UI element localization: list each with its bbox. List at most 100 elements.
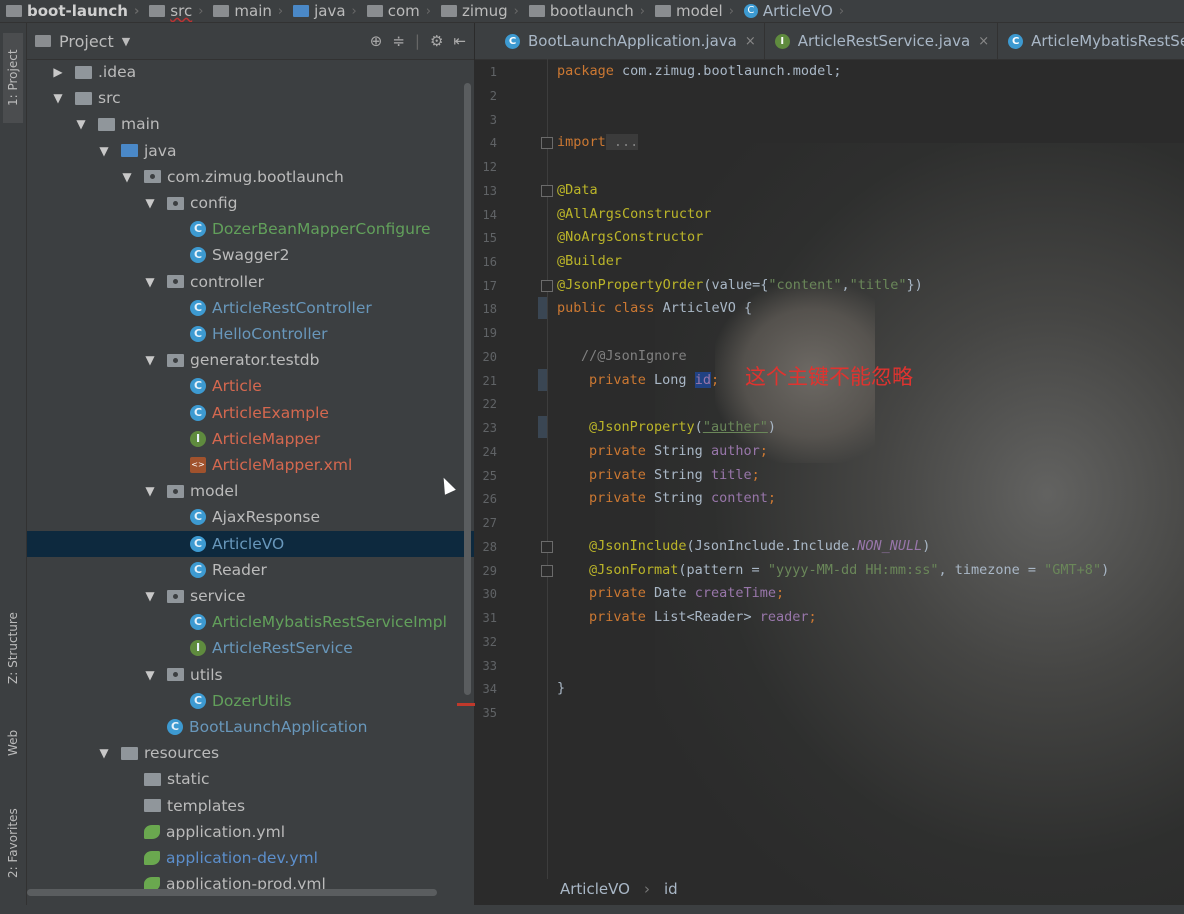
tab-project[interactable]: 1: Project xyxy=(3,33,23,123)
tab-favorites[interactable]: 2: Favorites xyxy=(3,793,23,893)
project-panel: Project ▼ ⊕ ≑ | ⚙ ⇤ ▶ .idea ▼ src ▼ main ▼ java… xyxy=(27,23,474,914)
collapse-all-icon[interactable]: ≑ xyxy=(392,32,405,50)
package-icon xyxy=(654,5,671,17)
yml-icon xyxy=(144,851,160,865)
tree-item[interactable]: C ArticleRestController xyxy=(27,295,474,321)
tree-item[interactable]: application.yml xyxy=(27,819,474,845)
chevron-right-icon[interactable]: ▶ xyxy=(51,65,65,79)
project-view-selector[interactable]: Project ▼ xyxy=(35,32,130,51)
tree-item[interactable]: ▼ model xyxy=(27,478,474,504)
tree-item[interactable]: C DozerBeanMapperConfigure xyxy=(27,216,474,242)
chevron-down-icon[interactable]: ▼ xyxy=(143,275,157,289)
chevron-down-icon[interactable]: ▼ xyxy=(143,484,157,498)
chevron-down-icon[interactable]: ▼ xyxy=(97,746,111,760)
tree-item[interactable]: ▼ src xyxy=(27,85,474,111)
tree-item[interactable]: C Article xyxy=(27,373,474,399)
breadcrumb-item-src[interactable]: src › xyxy=(143,2,207,20)
tree-item[interactable]: I ArticleRestService xyxy=(27,635,474,661)
fold-collapse-icon[interactable] xyxy=(541,541,553,553)
fold-collapse-icon[interactable] xyxy=(541,565,553,577)
hide-panel-icon[interactable]: ⇤ xyxy=(453,32,466,50)
tab-article-mybatis-rest-service[interactable]: CArticleMybatisRestServ xyxy=(998,23,1184,59)
tree-item[interactable]: C ArticleVO xyxy=(27,530,474,557)
tree-item[interactable]: ▼ generator.testdb xyxy=(27,347,474,373)
tree-item[interactable]: application-dev.yml xyxy=(27,845,474,871)
code-line: //@JsonIgnore xyxy=(581,348,687,364)
tree-horizontal-scrollbar[interactable] xyxy=(27,889,437,896)
tree-item[interactable]: ▼ resources xyxy=(27,740,474,766)
chevron-right-icon: › xyxy=(728,3,734,19)
chevron-down-icon[interactable]: ▼ xyxy=(97,144,111,158)
tree-item[interactable]: templates xyxy=(27,793,474,819)
tab-web[interactable]: Web xyxy=(3,713,23,773)
fold-collapse-icon[interactable] xyxy=(541,280,553,292)
code-line: public class ArticleVO { xyxy=(557,300,753,316)
structure-crumb-field[interactable]: id xyxy=(664,880,678,898)
tree-item-label: ArticleMapper xyxy=(212,429,321,448)
tree-item[interactable]: <> ArticleMapper.xml xyxy=(27,452,474,478)
code-line: private String content; xyxy=(589,490,776,506)
line-number: 24 xyxy=(482,445,497,459)
tree-item[interactable]: ▼ main xyxy=(27,111,474,137)
breadcrumb-item-zimug[interactable]: zimug › xyxy=(435,2,523,20)
source-folder-icon xyxy=(293,5,310,17)
tree-item[interactable]: ▼ config xyxy=(27,190,474,216)
tree-item[interactable]: C DozerUtils xyxy=(27,688,474,714)
tree-item[interactable]: ▼ java xyxy=(27,138,474,164)
chevron-down-icon[interactable]: ▼ xyxy=(143,353,157,367)
tree-item[interactable]: ▼ service xyxy=(27,583,474,609)
tree-item[interactable]: C Swagger2 xyxy=(27,242,474,268)
tree-item[interactable]: C HelloController xyxy=(27,321,474,347)
breadcrumb-item-java[interactable]: java › xyxy=(287,2,361,20)
tree-item[interactable]: C AjaxResponse xyxy=(27,504,474,530)
tree-item[interactable]: C Reader xyxy=(27,557,474,583)
package-icon xyxy=(167,275,184,289)
locate-icon[interactable]: ⊕ xyxy=(370,32,383,50)
chevron-down-icon[interactable]: ▼ xyxy=(143,196,157,210)
gear-icon[interactable]: ⚙ xyxy=(430,32,443,50)
tab-structure[interactable]: Z: Structure xyxy=(3,598,23,698)
tree-item[interactable]: C BootLaunchApplication xyxy=(27,714,474,740)
breadcrumb-item-articlevo[interactable]: C ArticleVO › xyxy=(738,2,848,20)
breadcrumb-item-model[interactable]: model › xyxy=(649,2,738,20)
fold-collapse-icon[interactable] xyxy=(541,185,553,197)
tree-item[interactable]: static xyxy=(27,766,474,792)
folder-icon xyxy=(98,117,115,131)
tree-item-label: service xyxy=(190,587,246,605)
chevron-right-icon: › xyxy=(513,3,519,19)
tree-item[interactable]: C ArticleMybatisRestServiceImpl xyxy=(27,609,474,635)
breadcrumb-item-project[interactable]: boot-launch › xyxy=(0,2,143,20)
breadcrumb-item-main[interactable]: main › xyxy=(207,2,287,20)
line-number-gutter: 1 2 3 4 12 13 14 15 16 17 18 19 20 21 22 23 24 25 26 27 28 29… xyxy=(475,59,548,879)
code-line: @JsonFormat(pattern = "yyyy-MM-dd HH:mm:… xyxy=(589,562,1110,578)
tree-item-label: DozerUtils xyxy=(212,691,292,710)
line-number: 26 xyxy=(482,492,497,506)
tree-item[interactable]: I ArticleMapper xyxy=(27,426,474,452)
tree-item[interactable]: ▼ controller xyxy=(27,269,474,295)
breadcrumb-item-com[interactable]: com › xyxy=(361,2,435,20)
tree-item[interactable]: ▼ com.zimug.bootlaunch xyxy=(27,164,474,190)
chevron-down-icon[interactable]: ▼ xyxy=(143,668,157,682)
chevron-down-icon[interactable]: ▼ xyxy=(143,589,157,603)
chevron-right-icon: › xyxy=(425,3,431,19)
breadcrumb-item-bootlaunch[interactable]: bootlaunch › xyxy=(523,2,649,20)
interface-icon: I xyxy=(190,430,206,447)
tree-item[interactable]: ▼ utils xyxy=(27,662,474,688)
line-number: 27 xyxy=(482,516,497,530)
structure-crumb-class[interactable]: ArticleVO xyxy=(560,880,630,898)
change-marker xyxy=(538,369,547,391)
chevron-down-icon[interactable]: ▼ xyxy=(51,91,65,105)
tab-article-rest-service[interactable]: I ArticleRestService.java × xyxy=(765,23,999,59)
tree-item-label: Article xyxy=(212,377,262,396)
tree-item[interactable]: ▶ .idea xyxy=(27,59,474,85)
chevron-down-icon[interactable]: ▼ xyxy=(120,170,134,184)
package-icon xyxy=(167,196,184,210)
code-line: @JsonPropertyOrder(value={"content","tit… xyxy=(557,277,923,293)
fold-expand-icon[interactable] xyxy=(541,137,553,149)
chevron-down-icon[interactable]: ▼ xyxy=(74,117,88,131)
close-icon[interactable]: × xyxy=(978,34,989,49)
tab-boot-launch-application[interactable]: C BootLaunchApplication.java × xyxy=(475,23,765,59)
tree-item[interactable]: C ArticleExample xyxy=(27,400,474,426)
close-icon[interactable]: × xyxy=(745,34,756,49)
tree-vertical-scrollbar[interactable] xyxy=(464,83,471,695)
